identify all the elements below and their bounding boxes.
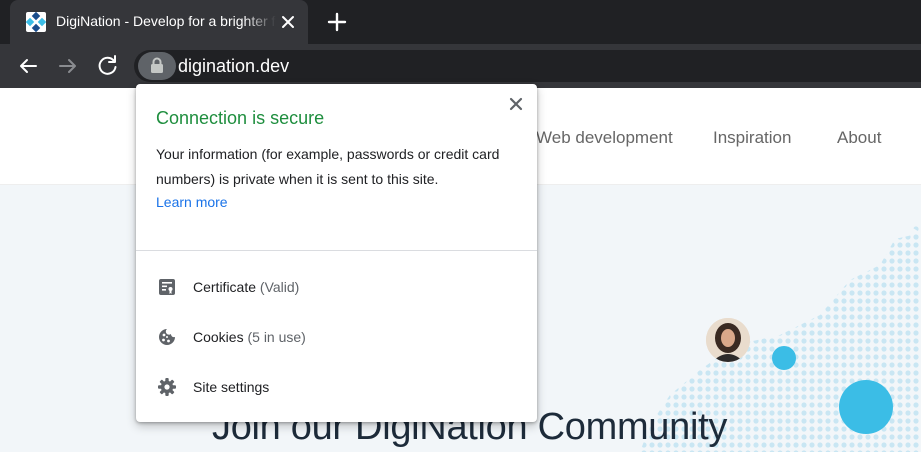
decorative-circle-large [839,380,893,434]
lock-icon [151,57,163,73]
cookies-label: Cookies [193,329,244,345]
avatar [706,318,750,362]
decorative-circle-small [772,346,796,370]
cookie-icon [157,327,177,347]
tab-close-icon[interactable] [276,10,300,34]
certificate-icon [157,277,177,297]
site-info-button[interactable] [138,52,176,80]
learn-more-link[interactable]: Learn more [156,194,228,210]
new-tab-icon[interactable] [324,9,350,35]
browser-tab[interactable]: DigiNation - Develop for a brighter futu… [10,0,308,44]
site-settings-label: Site settings [193,379,270,395]
back-arrow-icon[interactable] [14,52,42,80]
cookies-row[interactable]: Cookies (5 in use) [136,312,537,362]
connection-description: Your information (for example, passwords… [156,146,500,187]
certificate-row[interactable]: Certificate (Valid) [136,262,537,312]
address-bar[interactable]: digination.dev [134,50,921,82]
reload-icon[interactable] [94,52,122,80]
divider [136,250,537,251]
site-settings-row[interactable]: Site settings [136,362,537,412]
connection-status-heading: Connection is secure [156,108,325,128]
certificate-status: (Valid) [259,279,300,295]
cookies-count: (5 in use) [247,329,306,345]
url-text[interactable]: digination.dev [178,56,289,77]
tab-strip: DigiNation - Develop for a brighter futu… [0,0,921,44]
nav-web-development[interactable]: Web development [536,128,673,148]
nav-inspiration[interactable]: Inspiration [713,128,791,148]
tab-title: DigiNation - Develop for a brighter futu… [56,13,276,29]
close-icon[interactable] [506,94,526,114]
certificate-label: Certificate [193,279,257,295]
forward-arrow-icon[interactable] [54,52,82,80]
gear-icon [157,377,177,397]
site-favicon-icon [25,11,47,33]
site-info-popup: Connection is secure Your information (f… [136,84,537,422]
nav-about[interactable]: About [837,128,881,148]
browser-toolbar: digination.dev [0,44,921,88]
